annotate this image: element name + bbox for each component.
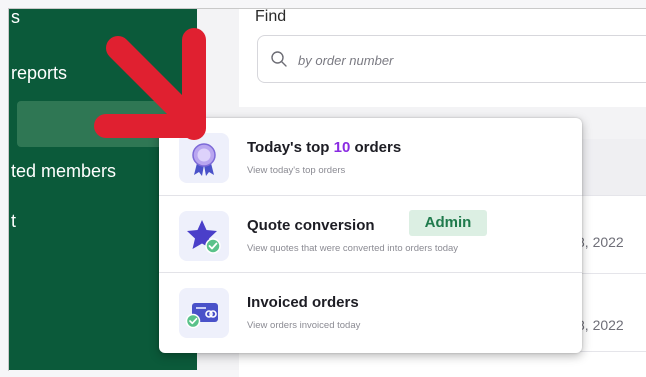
search-input[interactable] [296,48,630,72]
search-icon [271,51,287,67]
find-panel: Find [239,8,646,107]
orders-dropdown-menu: Today's top 10 orders View today's top o… [159,118,582,353]
menu-item-description: View today's top orders [247,165,346,176]
menu-item-top-orders[interactable]: Today's top 10 orders View today's top o… [159,118,582,195]
search-box[interactable] [257,35,646,83]
app-window: s reports ted members t Find 8, 2022 8, … [0,0,646,377]
admin-badge: Admin [409,210,487,236]
menu-item-invoiced-orders[interactable]: Invoiced orders View orders invoiced tod… [159,273,582,350]
sidebar-item-reports[interactable]: reports [11,63,67,84]
menu-item-title: Invoiced orders [247,294,359,311]
award-ribbon-icon [179,133,229,183]
menu-item-title: Quote conversion [247,217,375,234]
menu-item-description: View quotes that were converted into ord… [247,243,459,254]
menu-item-quote-conversion[interactable]: Quote conversion Admin View quotes that … [159,196,582,273]
sidebar-item-partial-bottom[interactable]: t [11,211,16,232]
table-cell-date: 8, 2022 [577,317,624,333]
table-cell-date: 8, 2022 [577,234,624,250]
title-text: Today's top [247,139,334,156]
find-label: Find [255,8,287,25]
title-text: orders [350,139,402,156]
star-check-icon [179,211,229,261]
sidebar-item-partial-top[interactable]: s [11,9,20,28]
menu-item-description: View orders invoiced today [247,320,361,331]
invoice-card-check-icon [179,288,229,338]
menu-item-title: Today's top 10 orders [247,139,401,156]
sidebar-item-members[interactable]: ted members [11,161,116,182]
title-highlight-number: 10 [333,139,351,156]
